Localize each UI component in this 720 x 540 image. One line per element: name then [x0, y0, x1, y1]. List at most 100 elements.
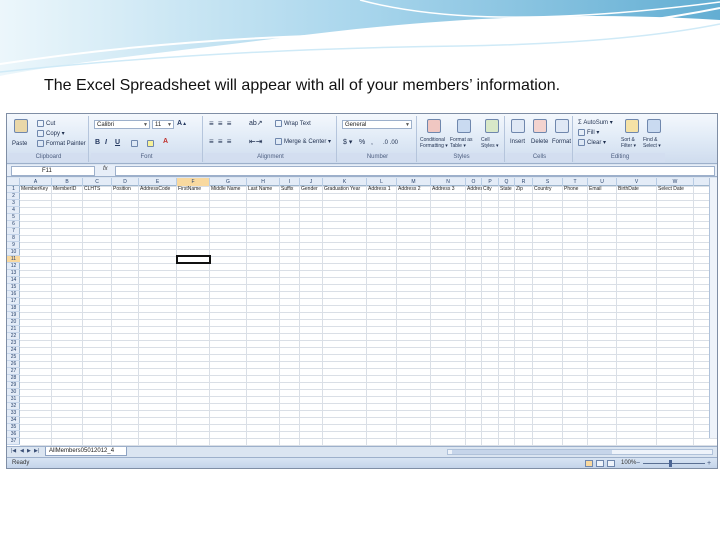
format-button[interactable]: Format: [552, 138, 571, 146]
column-header[interactable]: I: [280, 178, 300, 186]
delete-button[interactable]: Delete: [531, 138, 548, 146]
header-cell[interactable]: MemberID: [52, 186, 83, 193]
header-cell[interactable]: Phone: [563, 186, 588, 193]
row-header[interactable]: 19: [7, 312, 20, 319]
header-cell[interactable]: Email: [588, 186, 617, 193]
column-header[interactable]: G: [210, 178, 247, 186]
page-break-view-icon[interactable]: [607, 460, 615, 467]
conditional-formatting-button[interactable]: Conditional Formatting ▾: [420, 137, 448, 149]
row-header[interactable]: 8: [7, 235, 20, 242]
row-header[interactable]: 18: [7, 305, 20, 312]
header-cell[interactable]: Middle Name: [210, 186, 247, 193]
row-header[interactable]: 2: [7, 193, 20, 200]
font-size-select[interactable]: 11 ▼: [152, 120, 174, 129]
zoom-slider-knob[interactable]: [669, 460, 672, 467]
header-cell[interactable]: Last Name: [247, 186, 280, 193]
insert-function-icon[interactable]: fx: [103, 166, 108, 172]
row-header[interactable]: 14: [7, 277, 20, 284]
row-header[interactable]: 35: [7, 424, 20, 431]
header-cell[interactable]: City: [482, 186, 499, 193]
header-cell[interactable]: State: [499, 186, 515, 193]
decimal-buttons[interactable]: .0 .00: [383, 139, 398, 147]
borders-icon[interactable]: [131, 140, 138, 147]
worksheet-grid[interactable]: ABCDEFGHIJKLMNOPQRSTUVW 1 2 3 4 5 6 7 8 9 10 11 12 1…: [7, 178, 717, 446]
zoom-out-icon[interactable]: −: [636, 459, 640, 468]
column-header[interactable]: V: [617, 178, 657, 186]
header-cell[interactable]: Graduation Year: [323, 186, 367, 193]
clear-button[interactable]: Clear ▾: [578, 139, 606, 147]
cell-styles-button[interactable]: Cell Styles ▾: [481, 137, 503, 149]
zoom-in-icon[interactable]: +: [707, 459, 711, 468]
header-cell[interactable]: Suffix: [280, 186, 300, 193]
row-header[interactable]: 7: [7, 228, 20, 235]
font-color-icon[interactable]: A: [163, 138, 168, 145]
column-header[interactable]: E: [139, 178, 177, 186]
column-header[interactable]: B: [52, 178, 83, 186]
header-cell[interactable]: CLHTS: [83, 186, 112, 193]
row-header[interactable]: 33: [7, 410, 20, 417]
column-header[interactable]: C: [83, 178, 112, 186]
italic-button[interactable]: I: [105, 139, 107, 146]
currency-button[interactable]: $ ▾: [343, 139, 352, 147]
column-header[interactable]: W: [657, 178, 694, 186]
sort-filter-button[interactable]: Sort & Filter ▾: [621, 137, 641, 149]
tab-last-icon[interactable]: ▶|: [34, 448, 39, 454]
format-painter-button[interactable]: Format Painter: [37, 140, 86, 148]
row-header[interactable]: 15: [7, 284, 20, 291]
column-header[interactable]: J: [300, 178, 323, 186]
column-header[interactable]: A: [20, 178, 52, 186]
orientation-icon[interactable]: ab↗: [249, 120, 263, 128]
row-header[interactable]: 34: [7, 417, 20, 424]
column-header[interactable]: M: [397, 178, 431, 186]
row-header[interactable]: 16: [7, 291, 20, 298]
column-header[interactable]: Q: [499, 178, 515, 186]
column-header[interactable]: R: [515, 178, 533, 186]
paste-button[interactable]: Paste: [12, 140, 27, 148]
column-header[interactable]: U: [588, 178, 617, 186]
find-select-button[interactable]: Find & Select ▾: [643, 137, 665, 149]
header-cell[interactable]: Select Date: [657, 186, 694, 193]
row-header[interactable]: 31: [7, 396, 20, 403]
name-box[interactable]: F11: [11, 166, 95, 176]
cut-button[interactable]: Cut: [37, 120, 55, 128]
column-header[interactable]: D: [112, 178, 139, 186]
row-header[interactable]: 5: [7, 214, 20, 221]
comma-button[interactable]: ,: [371, 139, 373, 147]
select-all-corner[interactable]: [7, 178, 20, 186]
fill-color-icon[interactable]: [147, 140, 154, 147]
row-header[interactable]: 23: [7, 340, 20, 347]
indent-icons[interactable]: ⇤⇥: [249, 138, 262, 146]
row-header[interactable]: 28: [7, 375, 20, 382]
header-cell[interactable]: Address 1: [367, 186, 397, 193]
column-header[interactable]: N: [431, 178, 466, 186]
page-layout-view-icon[interactable]: [596, 460, 604, 467]
row-header[interactable]: 20: [7, 319, 20, 326]
wrap-text-button[interactable]: Wrap Text: [275, 120, 311, 128]
merge-center-button[interactable]: Merge & Center ▾: [275, 138, 331, 146]
column-header[interactable]: F: [177, 178, 210, 186]
column-header[interactable]: P: [482, 178, 499, 186]
cell-area[interactable]: MemberKey MemberID CLHTS Position AddressCod…: [20, 186, 717, 446]
insert-button[interactable]: Insert: [510, 138, 525, 146]
row-header[interactable]: 32: [7, 403, 20, 410]
sheet-tab[interactable]: AllMembers05012012_4: [45, 447, 127, 456]
header-cell[interactable]: Address 2: [397, 186, 431, 193]
tab-next-icon[interactable]: ▶: [27, 448, 31, 454]
row-header[interactable]: 6: [7, 221, 20, 228]
row-header[interactable]: 29: [7, 382, 20, 389]
header-cell[interactable]: Address 4: [466, 186, 482, 193]
column-header[interactable]: K: [323, 178, 367, 186]
copy-button[interactable]: Copy ▾: [37, 130, 65, 138]
column-header[interactable]: L: [367, 178, 397, 186]
row-header[interactable]: 13: [7, 270, 20, 277]
normal-view-icon[interactable]: [585, 460, 593, 467]
font-name-select[interactable]: Calibri ▼: [94, 120, 150, 129]
header-cell[interactable]: AddressCode: [139, 186, 177, 193]
row-header[interactable]: 10: [7, 249, 20, 256]
number-format-select[interactable]: General ▼: [342, 120, 412, 129]
percent-button[interactable]: %: [359, 139, 365, 147]
row-header[interactable]: 4: [7, 207, 20, 214]
row-header[interactable]: 26: [7, 361, 20, 368]
header-cell[interactable]: Position: [112, 186, 139, 193]
zoom-slider-track[interactable]: [643, 463, 705, 464]
